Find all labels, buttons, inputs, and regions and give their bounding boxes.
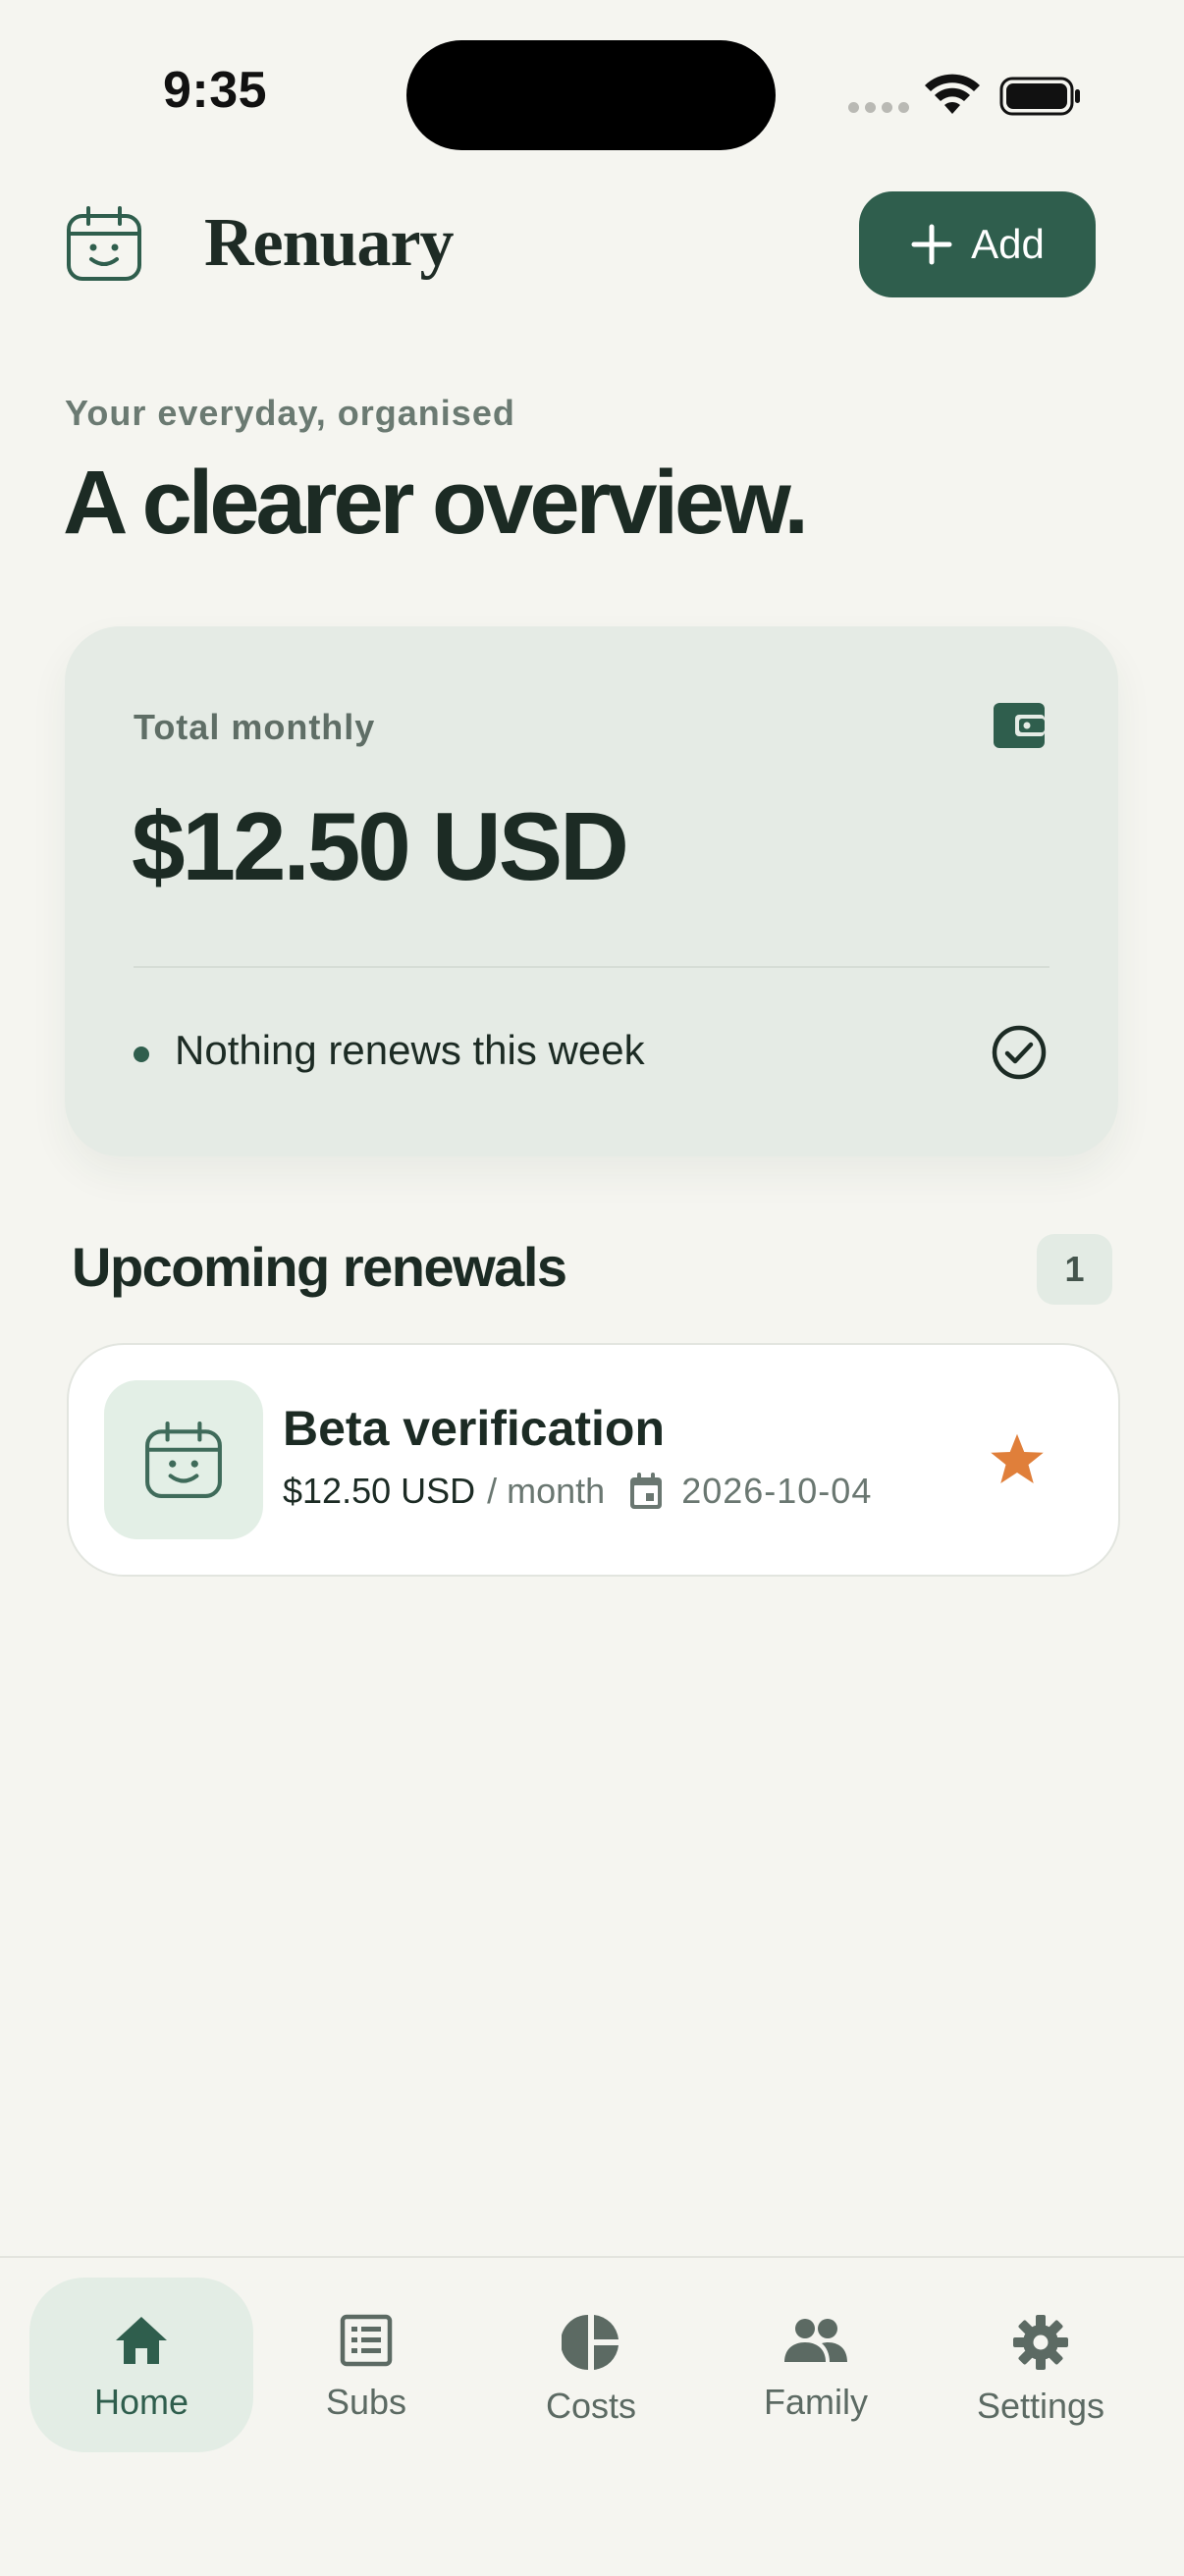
plus-icon [911, 224, 952, 265]
app-title: Renuary [204, 205, 455, 281]
dynamic-island [406, 40, 776, 150]
renewal-item-date: 2026-10-04 [681, 1471, 873, 1511]
star-icon[interactable] [988, 1431, 1047, 1488]
calendar-icon [628, 1472, 664, 1511]
tab-settings[interactable]: Settings [929, 2278, 1153, 2452]
pie-chart-icon [562, 2315, 619, 2370]
add-button-label: Add [971, 221, 1045, 267]
renewal-item-meta: $12.50 USD / month 2026-10-04 [283, 1471, 872, 1512]
bottom-tab-bar: Home Subs Costs Family Settings [0, 2256, 1184, 2576]
upcoming-renewals-title: Upcoming renewals [72, 1236, 567, 1298]
wallet-icon [994, 703, 1045, 748]
gear-icon [1013, 2315, 1068, 2370]
card-divider [134, 966, 1049, 968]
tab-family[interactable]: Family [704, 2278, 928, 2452]
monthly-summary-card: Total monthly $12.50 USD Nothing renews … [65, 626, 1118, 1156]
tab-subs[interactable]: Subs [254, 2278, 478, 2452]
total-monthly-amount: $12.50 USD [132, 792, 629, 900]
tab-subs-label: Subs [325, 2382, 407, 2422]
check-circle-icon [992, 1025, 1047, 1080]
list-icon [340, 2314, 393, 2367]
add-button[interactable]: Add [859, 191, 1096, 297]
calendar-smile-logo-icon [67, 206, 141, 281]
renewal-status-text: Nothing renews this week [175, 1027, 645, 1073]
calendar-smile-icon [145, 1422, 222, 1498]
renewal-item-beta-verification[interactable]: Beta verification $12.50 USD / month 202… [67, 1343, 1120, 1577]
tab-settings-label: Settings [976, 2386, 1105, 2426]
tab-home[interactable]: Home [29, 2278, 253, 2452]
battery-icon [999, 77, 1080, 116]
status-dot [134, 1046, 149, 1062]
tab-family-label: Family [764, 2382, 868, 2422]
page-subtitle: Your everyday, organised [65, 393, 515, 433]
total-monthly-label: Total monthly [134, 707, 376, 747]
wifi-icon [925, 74, 980, 114]
renewal-item-name: Beta verification [283, 1401, 666, 1456]
home-icon [116, 2317, 167, 2364]
renewal-count-badge: 1 [1037, 1234, 1112, 1305]
renewal-item-period: / month [487, 1471, 606, 1511]
page-headline: A clearer overview. [63, 453, 809, 553]
tab-home-label: Home [93, 2382, 189, 2422]
people-icon [784, 2319, 847, 2362]
renewal-item-icon-box [104, 1380, 263, 1539]
cellular-signal-icon [848, 102, 909, 113]
status-time: 9:35 [163, 62, 268, 119]
tab-costs[interactable]: Costs [479, 2278, 703, 2452]
renewal-item-price: $12.50 USD [283, 1471, 476, 1511]
tab-costs-label: Costs [545, 2386, 637, 2426]
